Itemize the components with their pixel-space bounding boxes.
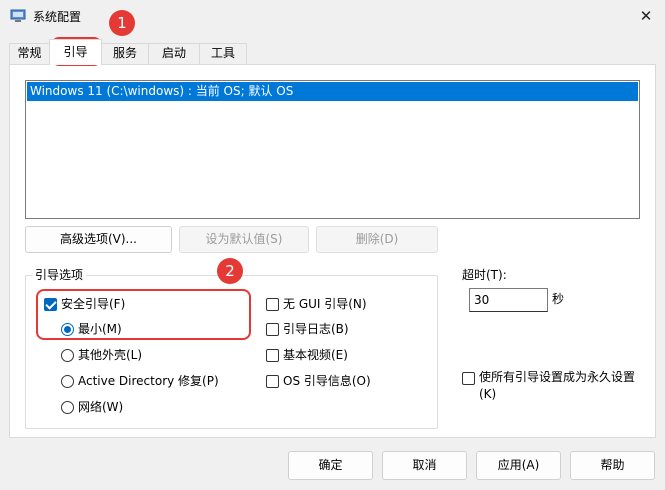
annotation-badge-1: 1 xyxy=(109,10,135,36)
window-title: 系统配置 xyxy=(33,10,82,24)
os-list[interactable]: Windows 11 (C:\windows) : 当前 OS; 默认 OS xyxy=(25,80,640,219)
annotation-highlight-safe-boot xyxy=(36,289,251,340)
help-button[interactable]: 帮助 xyxy=(570,451,655,480)
apply-button[interactable]: 应用(A) xyxy=(476,451,561,480)
ok-button[interactable]: 确定 xyxy=(288,451,373,480)
delete-button[interactable]: 删除(D) xyxy=(316,226,438,253)
no-gui-boot-label: 无 GUI 引导(N) xyxy=(283,297,367,311)
boot-options-label: 引导选项 xyxy=(32,266,87,283)
active-directory-radio[interactable] xyxy=(61,375,74,388)
advanced-options-button[interactable]: 高级选项(V)... xyxy=(25,226,172,253)
make-permanent-checkbox[interactable] xyxy=(462,372,475,385)
timeout-input[interactable]: 30 xyxy=(469,288,548,312)
make-permanent-label: 使所有引导设置成为永久设置 xyxy=(479,370,636,384)
title-bar xyxy=(0,0,665,32)
tab-boot[interactable]: 引导 xyxy=(49,39,102,65)
system-config-icon xyxy=(10,8,26,24)
set-default-button[interactable]: 设为默认值(S) xyxy=(179,226,309,253)
cancel-button[interactable]: 取消 xyxy=(382,451,467,480)
tab-general[interactable]: 常规 xyxy=(9,43,50,64)
base-video-label: 基本视频(E) xyxy=(283,348,348,362)
os-list-item[interactable]: Windows 11 (C:\windows) : 当前 OS; 默认 OS xyxy=(27,82,638,101)
close-icon[interactable]: ✕ xyxy=(636,6,656,26)
alternate-shell-label: 其他外壳(L) xyxy=(78,348,143,362)
boot-log-checkbox[interactable] xyxy=(266,323,279,336)
os-boot-info-checkbox[interactable] xyxy=(266,375,279,388)
annotation-badge-2: 2 xyxy=(217,258,243,284)
tab-startup[interactable]: 启动 xyxy=(148,43,200,64)
alternate-shell-radio[interactable] xyxy=(61,349,74,362)
tab-services[interactable]: 服务 xyxy=(101,43,149,64)
network-label: 网络(W) xyxy=(78,400,124,414)
boot-log-label: 引导日志(B) xyxy=(283,322,349,336)
active-directory-label: Active Directory 修复(P) xyxy=(78,374,219,388)
os-boot-info-label: OS 引导信息(O) xyxy=(283,374,371,388)
no-gui-boot-checkbox[interactable] xyxy=(266,298,279,311)
base-video-checkbox[interactable] xyxy=(266,349,279,362)
timeout-unit: 秒 xyxy=(552,292,565,306)
tab-tools[interactable]: 工具 xyxy=(199,43,247,64)
timeout-label: 超时(T): xyxy=(462,268,507,282)
make-permanent-label-suffix: (K) xyxy=(479,387,497,401)
network-radio[interactable] xyxy=(61,401,74,414)
